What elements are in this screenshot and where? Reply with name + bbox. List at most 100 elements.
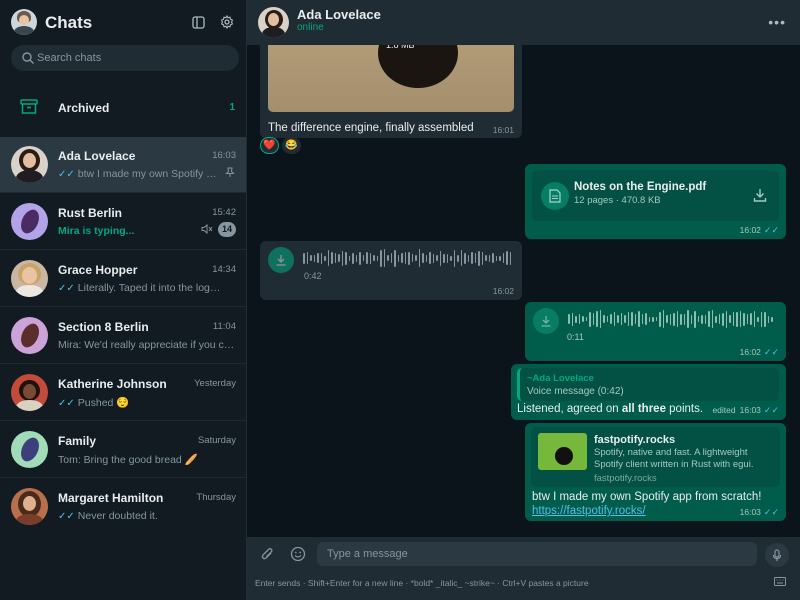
message-list: 1.8 MB The difference engine, finally as… [247, 0, 800, 537]
avatar [11, 374, 48, 411]
conversation-pane: 1.8 MB The difference engine, finally as… [247, 0, 800, 600]
link-domain: fastpotify.rocks [594, 473, 657, 484]
voice-message-outgoing: 0:11 16:02 ✓✓ [525, 302, 786, 361]
pin-icon [225, 167, 235, 177]
conversation-header: Ada Lovelace online ••• [247, 0, 800, 45]
voice-download-button[interactable] [533, 308, 559, 334]
read-ticks-icon: ✓✓ [763, 507, 779, 517]
message-time: 16:02 ✓✓ [739, 347, 779, 357]
chat-preview: ✓✓ Never doubted it. [58, 510, 158, 522]
message-time: 16:02 [492, 286, 514, 296]
avatar [11, 488, 48, 525]
gear-icon[interactable] [218, 13, 236, 31]
read-ticks-icon: ✓✓ [763, 405, 779, 415]
chat-preview: Mira: We'd really appreciate if you can … [58, 339, 236, 351]
search-input[interactable] [37, 45, 233, 71]
profile-avatar[interactable] [11, 9, 37, 35]
chat-preview: ✓✓ Literally. Taped it into the logbook. [58, 282, 221, 294]
chat-time: 11:04 [212, 321, 236, 332]
emoji-icon[interactable] [290, 546, 306, 562]
avatar [11, 203, 48, 240]
file-name: Notes on the Engine.pdf [574, 181, 707, 193]
file-meta: 12 pages · 470.8 KB [574, 195, 661, 206]
archive-icon [20, 99, 38, 114]
link-message: fastpotify.rocks Spotify, native and fas… [525, 423, 786, 521]
chat-time: 16:03 [212, 150, 236, 161]
voice-duration: 0:42 [304, 271, 322, 281]
contact-name[interactable]: Ada Lovelace [297, 7, 381, 22]
link-title: fastpotify.rocks [594, 434, 676, 446]
reaction-heart[interactable]: ❤️ [260, 137, 279, 154]
quoted-message[interactable]: ~Ada Lovelace Voice message (0:42) [517, 368, 779, 401]
voice-waveform[interactable] [303, 248, 511, 268]
attach-icon[interactable] [260, 546, 275, 563]
link-preview-card[interactable]: fastpotify.rocks Spotify, native and fas… [531, 427, 780, 487]
image-preview[interactable]: 1.8 MB [268, 38, 514, 112]
chat-item-katherine-johnson[interactable]: Katherine Johnson Yesterday ✓✓ Pushed 😌 [0, 365, 246, 421]
message-time: 16:01 [492, 125, 514, 135]
image-message: 1.8 MB The difference engine, finally as… [260, 30, 522, 138]
download-icon[interactable] [753, 188, 767, 202]
read-ticks-icon: ✓✓ [58, 511, 75, 522]
reply-message: ~Ada Lovelace Voice message (0:42) Liste… [511, 364, 786, 420]
image-caption: The difference engine, finally assembled [268, 122, 474, 134]
chat-item-family[interactable]: Family Saturday Tom: Bring the good brea… [0, 422, 246, 478]
unread-badge: 14 [217, 222, 236, 237]
link-thumbnail [538, 433, 587, 470]
chat-name: Ada Lovelace [58, 149, 136, 163]
document-icon [541, 182, 569, 210]
chat-name: Family [58, 434, 97, 448]
chat-name: Rust Berlin [58, 206, 123, 220]
read-ticks-icon: ✓✓ [58, 283, 75, 294]
message-time: 16:03 ✓✓ [739, 507, 779, 517]
message-input[interactable] [317, 542, 757, 566]
composer-hint: Enter sends · Shift+Enter for a new line… [255, 578, 589, 588]
avatar [11, 431, 48, 468]
reaction-laugh[interactable]: 😂 [282, 137, 301, 154]
chat-item-section-8-berlin[interactable]: Section 8 Berlin 11:04 Mira: We'd really… [0, 308, 246, 364]
voice-waveform[interactable] [568, 309, 773, 329]
contact-status: online [297, 22, 324, 33]
read-ticks-icon: ✓✓ [58, 398, 75, 409]
read-ticks-icon: ✓✓ [763, 225, 779, 235]
link-url[interactable]: https://fastpotify.rocks/ [532, 505, 646, 517]
read-ticks-icon: ✓✓ [763, 347, 779, 357]
avatar [11, 260, 48, 297]
chat-name: Katherine Johnson [58, 377, 167, 391]
archived-row[interactable]: Archived 1 [0, 86, 246, 130]
voice-download-button[interactable] [268, 247, 294, 273]
chat-item-grace-hopper[interactable]: Grace Hopper 14:34 ✓✓ Literally. Taped it… [0, 251, 246, 307]
sidebar-header: Chats [0, 0, 246, 46]
read-ticks-icon: ✓✓ [58, 169, 75, 180]
mic-icon[interactable] [765, 543, 789, 567]
chat-time: Thursday [196, 492, 236, 503]
chat-item-margaret-hamilton[interactable]: Margaret Hamilton Thursday ✓✓ Never doubt… [0, 479, 246, 535]
chat-sidebar: Chats Archived 1 Ada Lovelace 16:03 ✓✓bt… [0, 0, 247, 600]
file-attachment[interactable]: Notes on the Engine.pdf 12 pages · 470.8… [532, 170, 779, 221]
chat-time: 14:34 [212, 264, 236, 275]
file-message: Notes on the Engine.pdf 12 pages · 470.8… [525, 164, 786, 239]
chat-item-ada-lovelace[interactable]: Ada Lovelace 16:03 ✓✓ btw I made my own S… [0, 137, 246, 193]
reply-text: Listened, agreed on all three points. [517, 403, 704, 415]
link-description: Spotify, native and fast. A lightweight … [594, 447, 754, 470]
chat-time: Yesterday [194, 378, 236, 389]
more-icon[interactable]: ••• [768, 14, 786, 30]
chat-time: Saturday [197, 435, 236, 446]
keyboard-icon[interactable] [774, 577, 786, 586]
archived-count: 1 [229, 102, 235, 113]
sidebar-toggle-icon[interactable] [189, 13, 207, 31]
chat-name: Section 8 Berlin [58, 320, 149, 334]
voice-message-incoming: 0:42 16:02 [260, 241, 522, 300]
chat-name: Grace Hopper [58, 263, 138, 277]
chat-preview: ✓✓ Pushed 😌 [58, 397, 130, 409]
chat-name: Margaret Hamilton [58, 491, 164, 505]
chat-preview: Mira is typing... [58, 225, 135, 237]
chat-item-rust-berlin[interactable]: Rust Berlin 15:42 Mira is typing... 14 [0, 194, 246, 250]
composer: Enter sends · Shift+Enter for a new line… [247, 537, 800, 600]
chat-preview: Tom: Bring the good bread 🥖 [58, 454, 198, 466]
avatar [11, 146, 48, 183]
search-bar [11, 45, 239, 71]
contact-avatar[interactable] [258, 7, 289, 38]
chat-preview: ✓✓btw I made my own Spotify app from scr… [58, 168, 218, 180]
message-time: 16:02 ✓✓ [739, 225, 779, 235]
